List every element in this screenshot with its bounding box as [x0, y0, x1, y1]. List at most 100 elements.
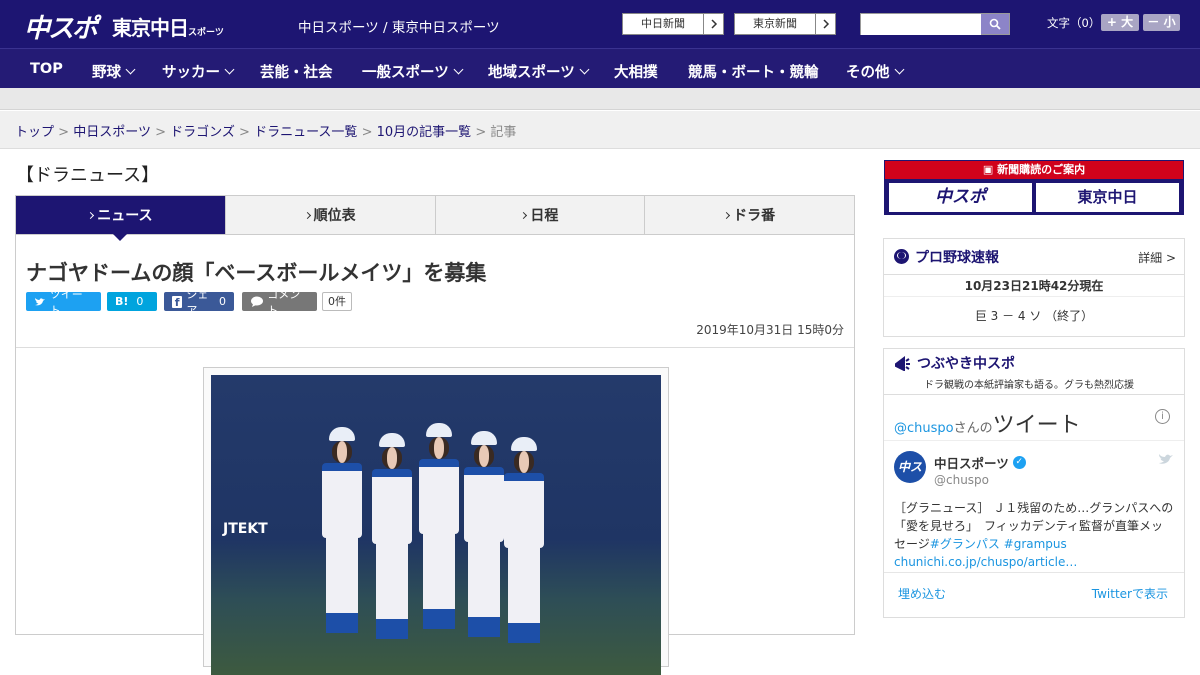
spacer-bar — [0, 88, 1200, 110]
hatena-count: 0 — [136, 295, 144, 308]
timeline-heading: ツイート — [992, 413, 1081, 438]
main-nav: TOP 野球 サッカー 芸能・社会 一般スポーツ 地域スポーツ 大相撲 競馬・ボ… — [0, 48, 1200, 88]
subscription-ad[interactable]: ▣ 新聞購読のご案内 中スポ 東京中日 — [884, 160, 1184, 215]
tab-label: 日程 — [530, 208, 559, 224]
nav-label: その他 — [846, 65, 890, 81]
speech-bubble-icon — [251, 296, 263, 307]
tweet-label: ツイート — [49, 287, 83, 317]
breadcrumb-item[interactable]: 10月の記事一覧 — [377, 125, 472, 140]
twitter-bird-icon — [35, 297, 45, 305]
breadcrumb-item[interactable]: トップ — [15, 125, 54, 140]
tweets-header: つぶやき中スポ ドラ観戦の本紙評論家も語る。グラも熱烈応援 — [884, 349, 1184, 395]
info-icon[interactable]: i — [1155, 409, 1170, 424]
tweet-author: 中日スポーツ ✓ — [934, 453, 1026, 472]
font-bigger-button[interactable]: + 大 — [1101, 14, 1139, 31]
twitter-bird-icon[interactable] — [1158, 453, 1174, 466]
timeline-header: @chuspoさんのツイート i — [884, 395, 1184, 441]
nav-item-top[interactable]: TOP — [30, 61, 63, 77]
nav-item-other[interactable]: その他 — [846, 61, 904, 82]
chevron-right-icon — [87, 211, 95, 219]
nav-label: 競馬・ボート・競輪 — [688, 65, 819, 81]
breadcrumb-item[interactable]: ドラニュース一覧 — [254, 125, 357, 140]
verified-badge-icon: ✓ — [1012, 456, 1026, 469]
person-figure — [319, 427, 365, 667]
nav-label: 地域スポーツ — [488, 65, 575, 81]
person-figure — [501, 437, 547, 675]
tab-news[interactable]: ニュース — [16, 196, 226, 241]
search-input[interactable] — [861, 15, 981, 35]
comment-button[interactable]: コメント — [242, 288, 317, 317]
tokyo-shimbun-link[interactable]: 東京新聞 — [734, 13, 836, 35]
paper-link-label: 東京新聞 — [753, 17, 797, 30]
nav-item-entertainment[interactable]: 芸能・社会 — [260, 61, 333, 82]
tweets-title-row: つぶやき中スポ — [894, 353, 1174, 373]
article-headline: ナゴヤドームの顔「ベースボールメイツ」を募集 — [26, 261, 487, 285]
search-button[interactable] — [981, 14, 1009, 34]
hatena-icon: B! — [115, 295, 129, 308]
chevron-down-icon — [894, 64, 904, 75]
tab-standings[interactable]: 順位表 — [226, 196, 436, 234]
nav-item-soccer[interactable]: サッカー — [162, 61, 235, 82]
tab-reporter[interactable]: ドラ番 — [645, 196, 854, 234]
ad-logo-tokyo: 東京中日 — [1036, 183, 1179, 212]
tweets-title: つぶやき中スポ — [917, 356, 1015, 372]
nav-label: 大相撲 — [614, 65, 658, 81]
top-header: 中スポ 東京中日スポーツ 中日スポーツ / 東京中日スポーツ 中日新聞 東京新聞… — [0, 0, 1200, 48]
view-on-twitter-link[interactable]: Twitterで表示 — [1092, 585, 1168, 602]
chuspo-logo[interactable]: 中スポ — [24, 8, 98, 45]
nav-item-baseball[interactable]: 野球 — [92, 61, 136, 82]
tokyo-chunichi-logo[interactable]: 東京中日スポーツ — [112, 12, 224, 41]
hashtag-link[interactable]: #グランパス — [930, 537, 1000, 551]
facebook-icon: f — [172, 295, 183, 309]
breadcrumb-separator: > — [475, 125, 487, 140]
nav-item-racing[interactable]: 競馬・ボート・競輪 — [688, 61, 819, 82]
breadcrumb-separator: > — [361, 125, 373, 140]
baseball-icon — [894, 249, 909, 264]
nav-item-general-sports[interactable]: 一般スポーツ — [362, 61, 464, 82]
facebook-share-button[interactable]: f シェア 0 — [164, 288, 234, 317]
embed-link[interactable]: 埋め込む — [898, 585, 946, 602]
font-smaller-button[interactable]: － 小 — [1143, 14, 1180, 31]
megaphone-icon — [895, 356, 910, 371]
hashtag-link[interactable]: #grampus — [1004, 537, 1067, 551]
tab-label: 順位表 — [313, 208, 356, 224]
author-avatar[interactable]: 中ス — [894, 451, 926, 483]
chevron-down-icon — [125, 64, 136, 75]
breadcrumb-item[interactable]: 中日スポーツ — [73, 125, 151, 140]
breadcrumb: トップ > 中日スポーツ > ドラゴンズ > ドラニュース一覧 > 10月の記事… — [15, 121, 516, 140]
nav-item-sumo[interactable]: 大相撲 — [614, 61, 658, 82]
stadium-sign: JTEKT — [223, 521, 268, 537]
tab-schedule[interactable]: 日程 — [436, 196, 646, 234]
breadcrumb-item[interactable]: ドラゴンズ — [170, 125, 235, 140]
tokyo-logo-text: 東京中日 — [112, 16, 189, 40]
facebook-count: 0 — [219, 295, 226, 308]
nav-label: 一般スポーツ — [362, 65, 449, 81]
ad-logo-chuspo: 中スポ — [889, 183, 1032, 212]
article: ナゴヤドームの顔「ベースボールメイツ」を募集 ツイート B! 0 f シェア 0… — [15, 235, 855, 675]
timeline-handle-link[interactable]: @chuspo — [894, 421, 954, 436]
tab-label: ドラ番 — [733, 208, 776, 224]
timeline-handle-suffix: さんの — [953, 421, 993, 436]
chevron-right-icon — [815, 14, 835, 34]
author-name[interactable]: 中日スポーツ — [934, 453, 1009, 472]
nav-label: サッカー — [162, 65, 220, 81]
tab-label: ニュース — [97, 208, 153, 224]
breadcrumb-separator: > — [58, 125, 70, 140]
nav-label: TOP — [30, 61, 63, 77]
tweet-url-link[interactable]: chunichi.co.jp/chuspo/article… — [894, 555, 1077, 569]
chunichi-shimbun-link[interactable]: 中日新聞 — [622, 13, 724, 35]
comment-label: コメント — [267, 287, 301, 317]
tokyo-logo-small: スポーツ — [188, 28, 224, 38]
tweet-item[interactable]: 中ス 中日スポーツ ✓ @chuspo ［グラニュース］ Ｊ１残留のため…グランパ… — [884, 441, 1184, 569]
search-icon — [989, 18, 1001, 30]
breadcrumb-separator: > — [239, 125, 250, 140]
nav-label: 芸能・社会 — [260, 65, 333, 81]
nav-item-local-sports[interactable]: 地域スポーツ — [488, 61, 590, 82]
hatena-bookmark-button[interactable]: B! 0 — [107, 292, 157, 311]
baseball-detail-link[interactable]: 詳細 > — [1138, 249, 1176, 266]
chevron-down-icon — [453, 64, 464, 75]
tweet-button[interactable]: ツイート — [26, 288, 101, 317]
site-names: 中日スポーツ / 東京中日スポーツ — [298, 20, 500, 36]
article-photo[interactable]: JTEKT — [211, 375, 661, 675]
game-score[interactable]: 巨 3 － 4 ソ （終了） — [884, 297, 1184, 335]
